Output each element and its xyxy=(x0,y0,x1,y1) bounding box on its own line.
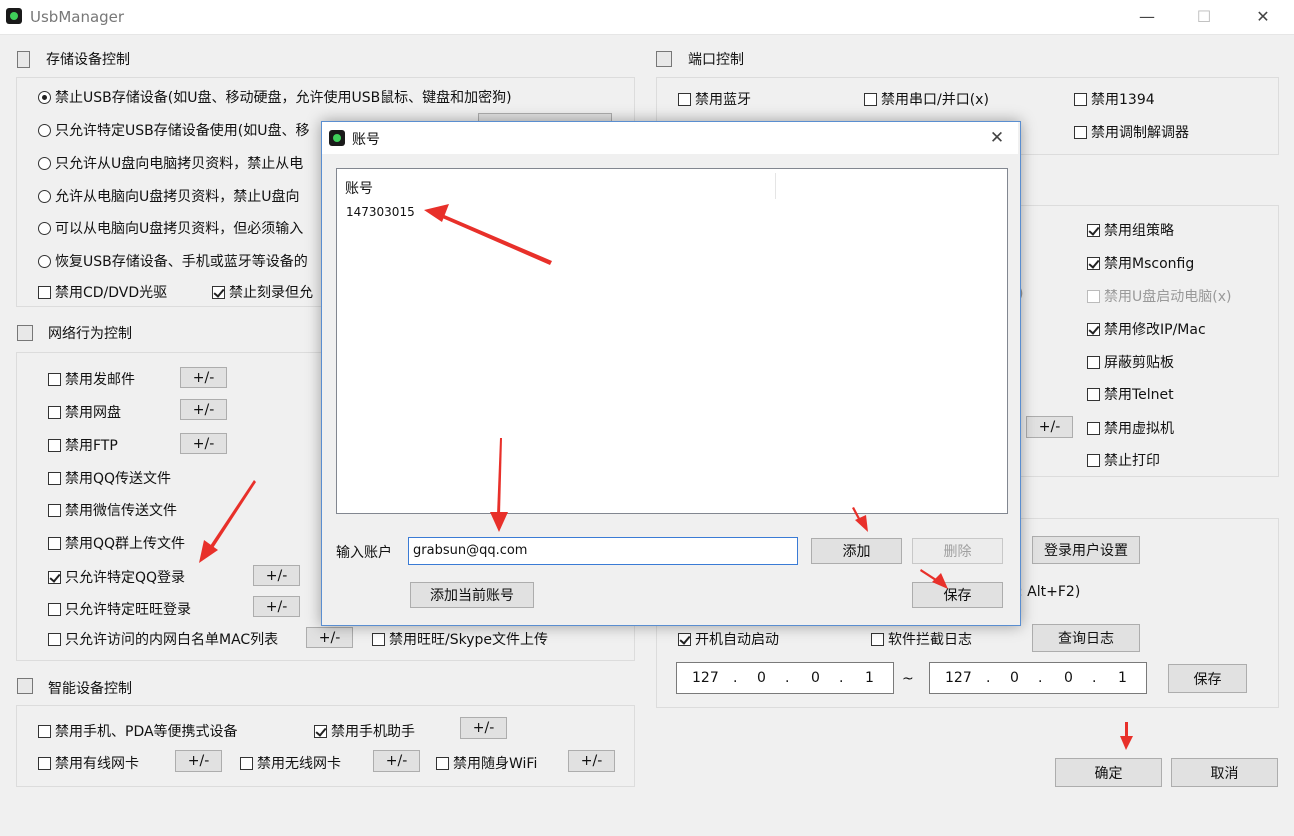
network-item-2[interactable]: 禁用FTP xyxy=(48,435,118,455)
os-item-1[interactable]: 禁用Msconfig xyxy=(1087,253,1194,273)
os-item-3[interactable]: 禁用修改IP/Mac xyxy=(1087,319,1206,339)
mac-plusminus-button[interactable]: +/- xyxy=(306,627,353,648)
email-plusminus-button[interactable]: +/- xyxy=(180,367,227,388)
network-item-3[interactable]: 禁用QQ传送文件 xyxy=(48,468,171,488)
storage-section-title: 存储设备控制 xyxy=(46,52,130,68)
maximize-button[interactable]: ☐ xyxy=(1193,6,1215,28)
block-log-checkbox[interactable]: 软件拦截日志 xyxy=(871,629,972,649)
input-account-label: 输入账户 xyxy=(336,545,392,561)
close-button[interactable]: ✕ xyxy=(1252,6,1274,28)
ip-range-tilde: ~ xyxy=(902,671,914,687)
dialog-save-button[interactable]: 保存 xyxy=(912,582,1003,608)
network-item-7[interactable]: 只允许特定旺旺登录 xyxy=(48,599,191,619)
os-item-4[interactable]: 屏蔽剪贴板 xyxy=(1087,352,1174,372)
title-bar: UsbManager — ☐ ✕ xyxy=(0,0,1294,35)
bluetooth-checkbox[interactable]: 禁用蓝牙 xyxy=(678,89,751,109)
query-log-button[interactable]: 查询日志 xyxy=(1032,624,1140,652)
arrow-to-ok-head xyxy=(1120,736,1133,750)
dialog-close-button[interactable]: ✕ xyxy=(986,127,1008,149)
network-section-title: 网络行为控制 xyxy=(48,326,132,342)
storage-radio-0[interactable]: 禁止USB存储设备(如U盘、移动硬盘，允许使用USB鼠标、键盘和加密狗) xyxy=(38,87,512,107)
wireless-plusminus-button[interactable]: +/- xyxy=(373,750,420,772)
radio-indicator xyxy=(38,156,51,170)
arrow-to-ok-shaft xyxy=(1125,722,1128,738)
wired-plusminus-button[interactable]: +/- xyxy=(175,750,222,772)
ip-save-button[interactable]: 保存 xyxy=(1168,664,1247,693)
wifi-plusminus-button[interactable]: +/- xyxy=(568,750,615,772)
network-item-4[interactable]: 禁用微信传送文件 xyxy=(48,500,177,520)
list-item[interactable]: 147303015 xyxy=(346,205,415,219)
ok-button[interactable]: 确定 xyxy=(1055,758,1162,787)
modem-checkbox[interactable]: 禁用调制解调器 xyxy=(1074,122,1189,142)
wangwang-login-plusminus-button[interactable]: +/- xyxy=(253,596,300,617)
account-input[interactable]: grabsun@qq.com xyxy=(408,537,798,565)
wired-nic-checkbox[interactable]: 禁用有线网卡 xyxy=(38,753,139,773)
storage-radio-3[interactable]: 允许从电脑向U盘拷贝资料，禁止U盘向 xyxy=(38,186,300,206)
account-column-header: 账号 xyxy=(345,181,373,197)
pda-checkbox[interactable]: 禁用手机、PDA等便携式设备 xyxy=(38,721,238,741)
ip-from-input[interactable]: 127 . 0 . 0 . 1 xyxy=(676,662,894,694)
account-dialog: 账号 ✕ 账号 147303015 输入账户 grabsun@qq.com 添加… xyxy=(321,121,1021,626)
storage-radio-2[interactable]: 只允许从U盘向电脑拷贝资料，禁止从电 xyxy=(38,153,303,173)
radio-indicator xyxy=(38,90,51,104)
login-user-settings-button[interactable]: 登录用户设置 xyxy=(1032,536,1140,564)
network-item-6[interactable]: 只允许特定QQ登录 xyxy=(48,567,185,587)
radio-indicator xyxy=(38,123,51,137)
network-item-1[interactable]: 禁用网盘 xyxy=(48,402,121,422)
ftp-plusminus-button[interactable]: +/- xyxy=(180,433,227,454)
wangwang-upload-checkbox[interactable]: 禁用旺旺/Skype文件上传 xyxy=(372,629,548,649)
port-section-title: 端口控制 xyxy=(688,52,744,68)
network-icon xyxy=(17,325,33,341)
netdisk-plusminus-button[interactable]: +/- xyxy=(180,399,227,420)
smart-group xyxy=(16,705,635,787)
add-current-account-button[interactable]: 添加当前账号 xyxy=(410,582,534,608)
dialog-title-bar: 账号 ✕ xyxy=(322,122,1018,154)
column-divider xyxy=(775,173,776,199)
os-plusminus-button[interactable]: +/- xyxy=(1026,416,1073,438)
dialog-title: 账号 xyxy=(352,132,380,148)
wifi-checkbox[interactable]: 禁用随身WiFi xyxy=(436,753,537,773)
storage-radio-1[interactable]: 只允许特定USB存储设备使用(如U盘、移 xyxy=(38,120,309,140)
account-list[interactable]: 账号 147303015 xyxy=(336,168,1008,514)
wireless-nic-checkbox[interactable]: 禁用无线网卡 xyxy=(240,753,341,773)
cancel-button[interactable]: 取消 xyxy=(1171,758,1278,787)
os-item-0[interactable]: 禁用组策略 xyxy=(1087,220,1174,240)
radio-indicator xyxy=(38,189,51,203)
qq-login-plusminus-button[interactable]: +/- xyxy=(253,565,300,586)
minimize-button[interactable]: — xyxy=(1136,6,1158,28)
mac-whitelist-checkbox[interactable]: 只允许访问的内网白名单MAC列表 xyxy=(48,629,278,649)
app-icon xyxy=(6,8,22,24)
os-item-7[interactable]: 禁止打印 xyxy=(1087,450,1160,470)
os-item-5[interactable]: 禁用Telnet xyxy=(1087,384,1174,404)
hotkey-text: : Alt+F2) xyxy=(1018,584,1081,600)
serial-port-checkbox[interactable]: 禁用串口/并口(x) xyxy=(864,89,989,109)
network-item-5[interactable]: 禁用QQ群上传文件 xyxy=(48,533,185,553)
radio-indicator xyxy=(38,221,51,235)
dialog-app-icon xyxy=(329,130,345,146)
assistant-plusminus-button[interactable]: +/- xyxy=(460,717,507,739)
smart-device-icon xyxy=(17,678,33,694)
os-item-2: 禁用U盘启动电脑(x) xyxy=(1087,286,1231,306)
ip-to-input[interactable]: 127 . 0 . 0 . 1 xyxy=(929,662,1147,694)
burn-checkbox[interactable]: 禁止刻录但允 xyxy=(212,282,313,302)
autostart-checkbox[interactable]: 开机自动启动 xyxy=(678,629,779,649)
add-button[interactable]: 添加 xyxy=(811,538,902,564)
cd-dvd-checkbox[interactable]: 禁用CD/DVD光驱 xyxy=(38,282,167,302)
storage-radio-4[interactable]: 可以从电脑向U盘拷贝资料，但必须输入 xyxy=(38,218,303,238)
storage-radio-5[interactable]: 恢复USB存储设备、手机或蓝牙等设备的 xyxy=(38,251,308,271)
ieee1394-checkbox[interactable]: 禁用1394 xyxy=(1074,89,1155,109)
os-item-6[interactable]: 禁用虚拟机 xyxy=(1087,418,1174,438)
phone-assistant-checkbox[interactable]: 禁用手机助手 xyxy=(314,721,415,741)
radio-indicator xyxy=(38,254,51,268)
delete-button: 删除 xyxy=(912,538,1003,564)
window-title: UsbManager xyxy=(30,8,125,26)
smart-section-title: 智能设备控制 xyxy=(48,681,132,697)
network-item-0[interactable]: 禁用发邮件 xyxy=(48,369,135,389)
storage-icon xyxy=(17,51,30,68)
port-icon xyxy=(656,51,672,67)
